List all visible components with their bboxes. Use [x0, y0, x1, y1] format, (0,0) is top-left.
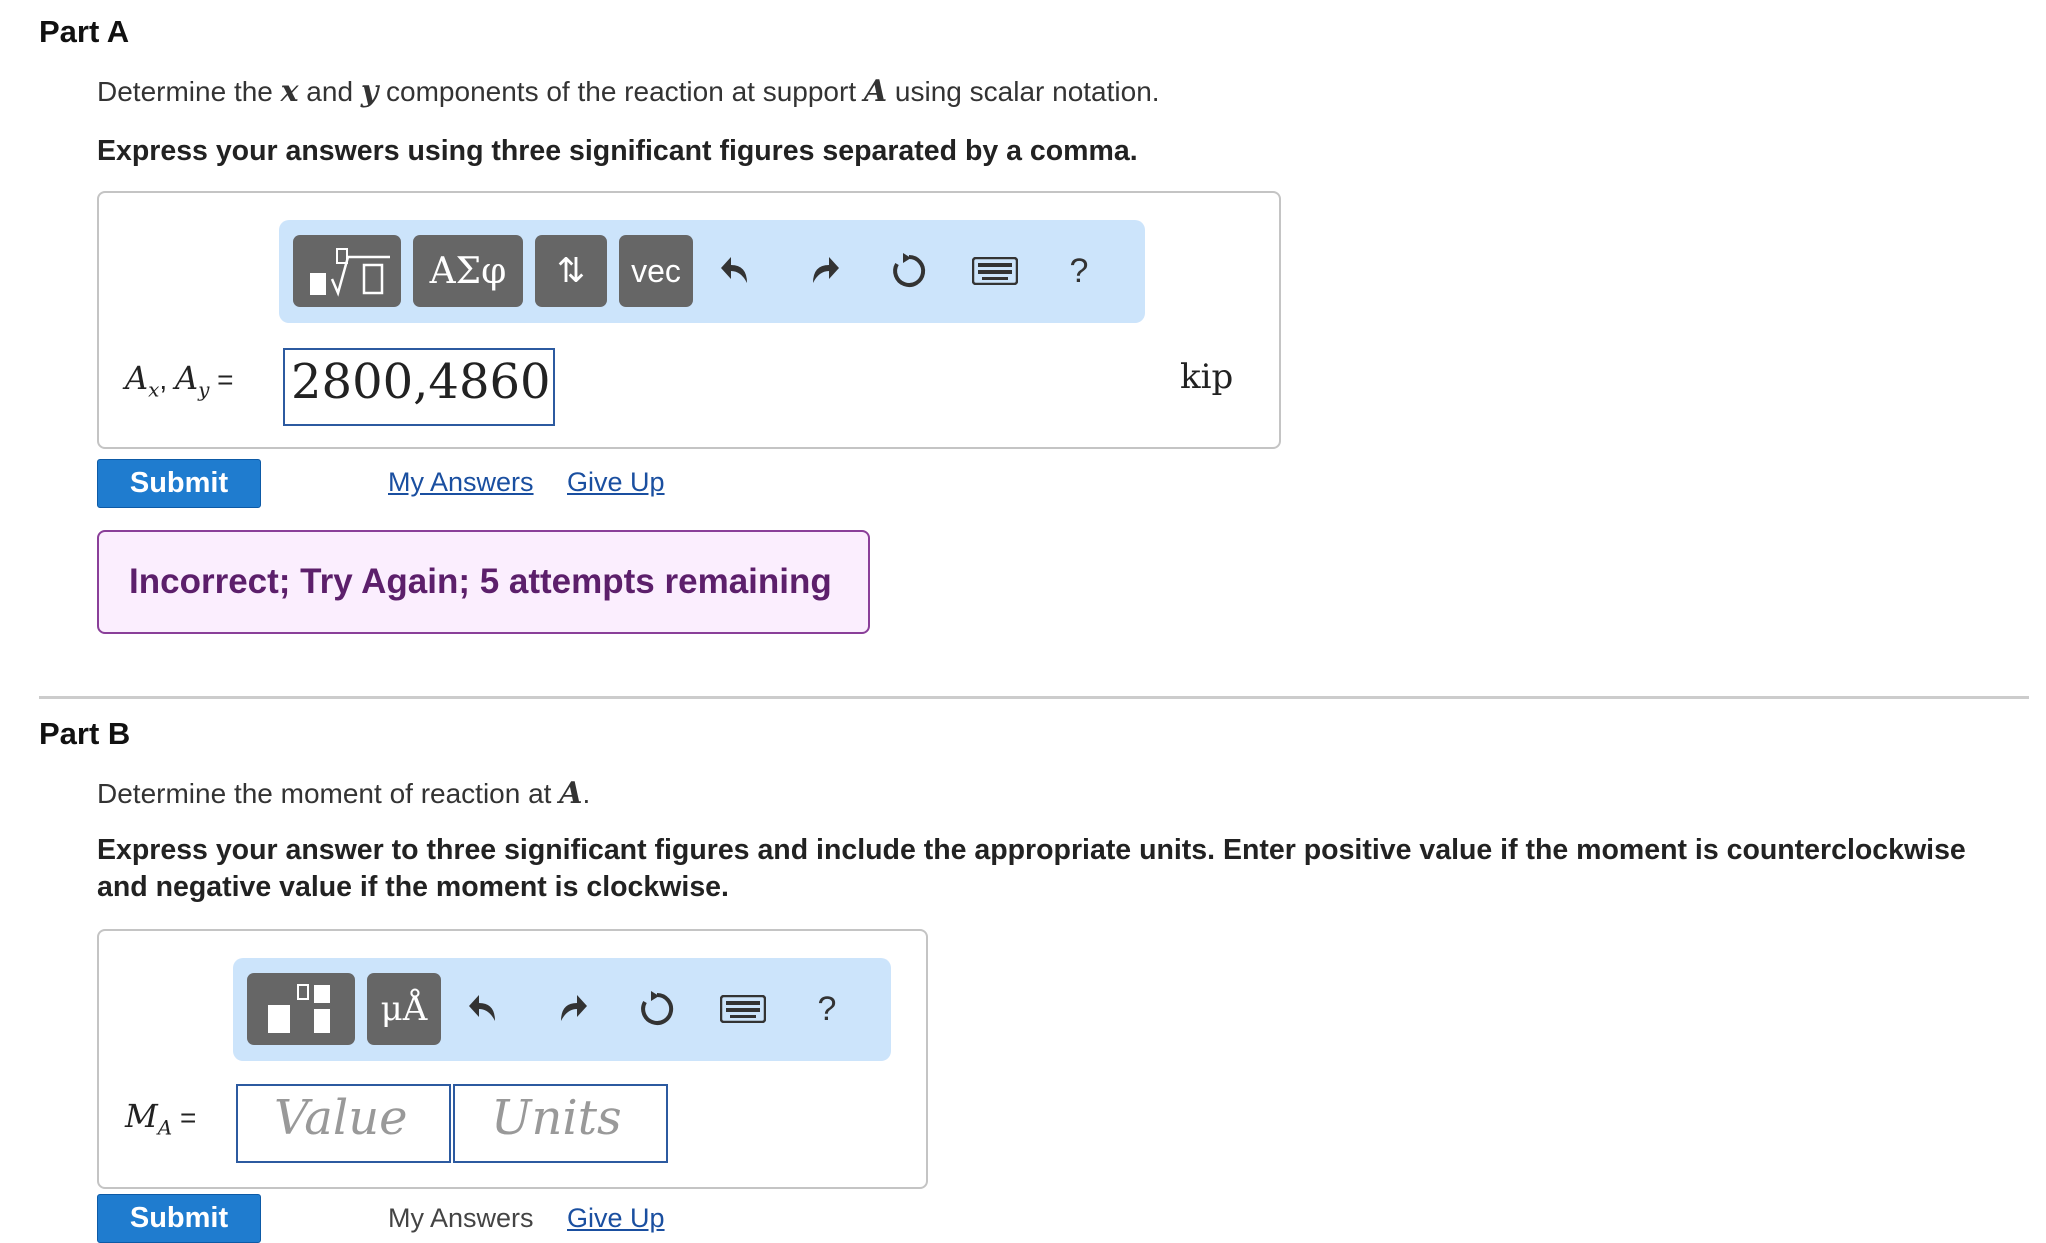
part-b-my-answers-text: My Answers — [388, 1203, 534, 1233]
part-a-prompt: Determine the x and y components of the … — [97, 74, 1160, 109]
part-a-unit-label: kip — [1180, 357, 1234, 397]
part-b-give-up-link[interactable]: Give Up — [567, 1203, 665, 1234]
part-a-give-up-link[interactable]: Give Up — [567, 467, 665, 498]
part-a-feedback-message: Incorrect; Try Again; 5 attempts remaini… — [97, 530, 870, 634]
undo-icon[interactable] — [457, 983, 513, 1035]
part-b-toolbar: μÅ ? — [233, 958, 891, 1061]
reset-icon[interactable] — [881, 245, 937, 297]
arrows-button[interactable]: ⇅ — [535, 235, 607, 307]
part-a-instruction: Express your answers using three signifi… — [97, 135, 1138, 167]
part-b-title: Part B — [39, 716, 131, 751]
part-a-answer-box: ΑΣφ ⇅ vec ? Ax, Ay = 2800,4860 kip — [97, 191, 1281, 449]
greek-letters-button[interactable]: ΑΣφ — [413, 235, 523, 307]
value-input[interactable]: Value — [236, 1084, 451, 1163]
undo-icon[interactable] — [709, 245, 765, 297]
part-b-answer-label: MA = — [125, 1097, 197, 1140]
part-a-answer-label: Ax, Ay = — [125, 359, 234, 402]
part-a-toolbar: ΑΣφ ⇅ vec ? — [279, 220, 1145, 323]
units-button[interactable]: μÅ — [367, 973, 441, 1045]
part-divider — [39, 696, 2029, 699]
fraction-root-template-icon[interactable] — [293, 235, 401, 307]
help-button[interactable]: ? — [799, 983, 855, 1035]
part-b-instruction: Express your answer to three significant… — [97, 834, 1966, 903]
part-b-prompt: Determine the moment of reaction at A. — [97, 776, 591, 811]
redo-icon[interactable] — [795, 245, 851, 297]
units-input[interactable]: Units — [453, 1084, 668, 1163]
reset-icon[interactable] — [629, 983, 685, 1035]
part-a-my-answers-link[interactable]: My Answers — [388, 467, 534, 498]
redo-icon[interactable] — [543, 983, 599, 1035]
part-a-title: Part A — [39, 14, 130, 49]
part-a-submit-button[interactable]: Submit — [97, 459, 261, 508]
keyboard-icon[interactable] — [713, 983, 773, 1035]
keyboard-icon[interactable] — [965, 245, 1025, 297]
value-units-template-icon[interactable] — [247, 973, 355, 1045]
part-b-answer-box: μÅ ? MA = Value Units — [97, 929, 928, 1189]
help-button[interactable]: ? — [1051, 245, 1107, 297]
part-a-answer-input[interactable]: 2800,4860 — [283, 348, 555, 426]
part-b-submit-button[interactable]: Submit — [97, 1194, 261, 1243]
vector-button[interactable]: vec — [619, 235, 693, 307]
